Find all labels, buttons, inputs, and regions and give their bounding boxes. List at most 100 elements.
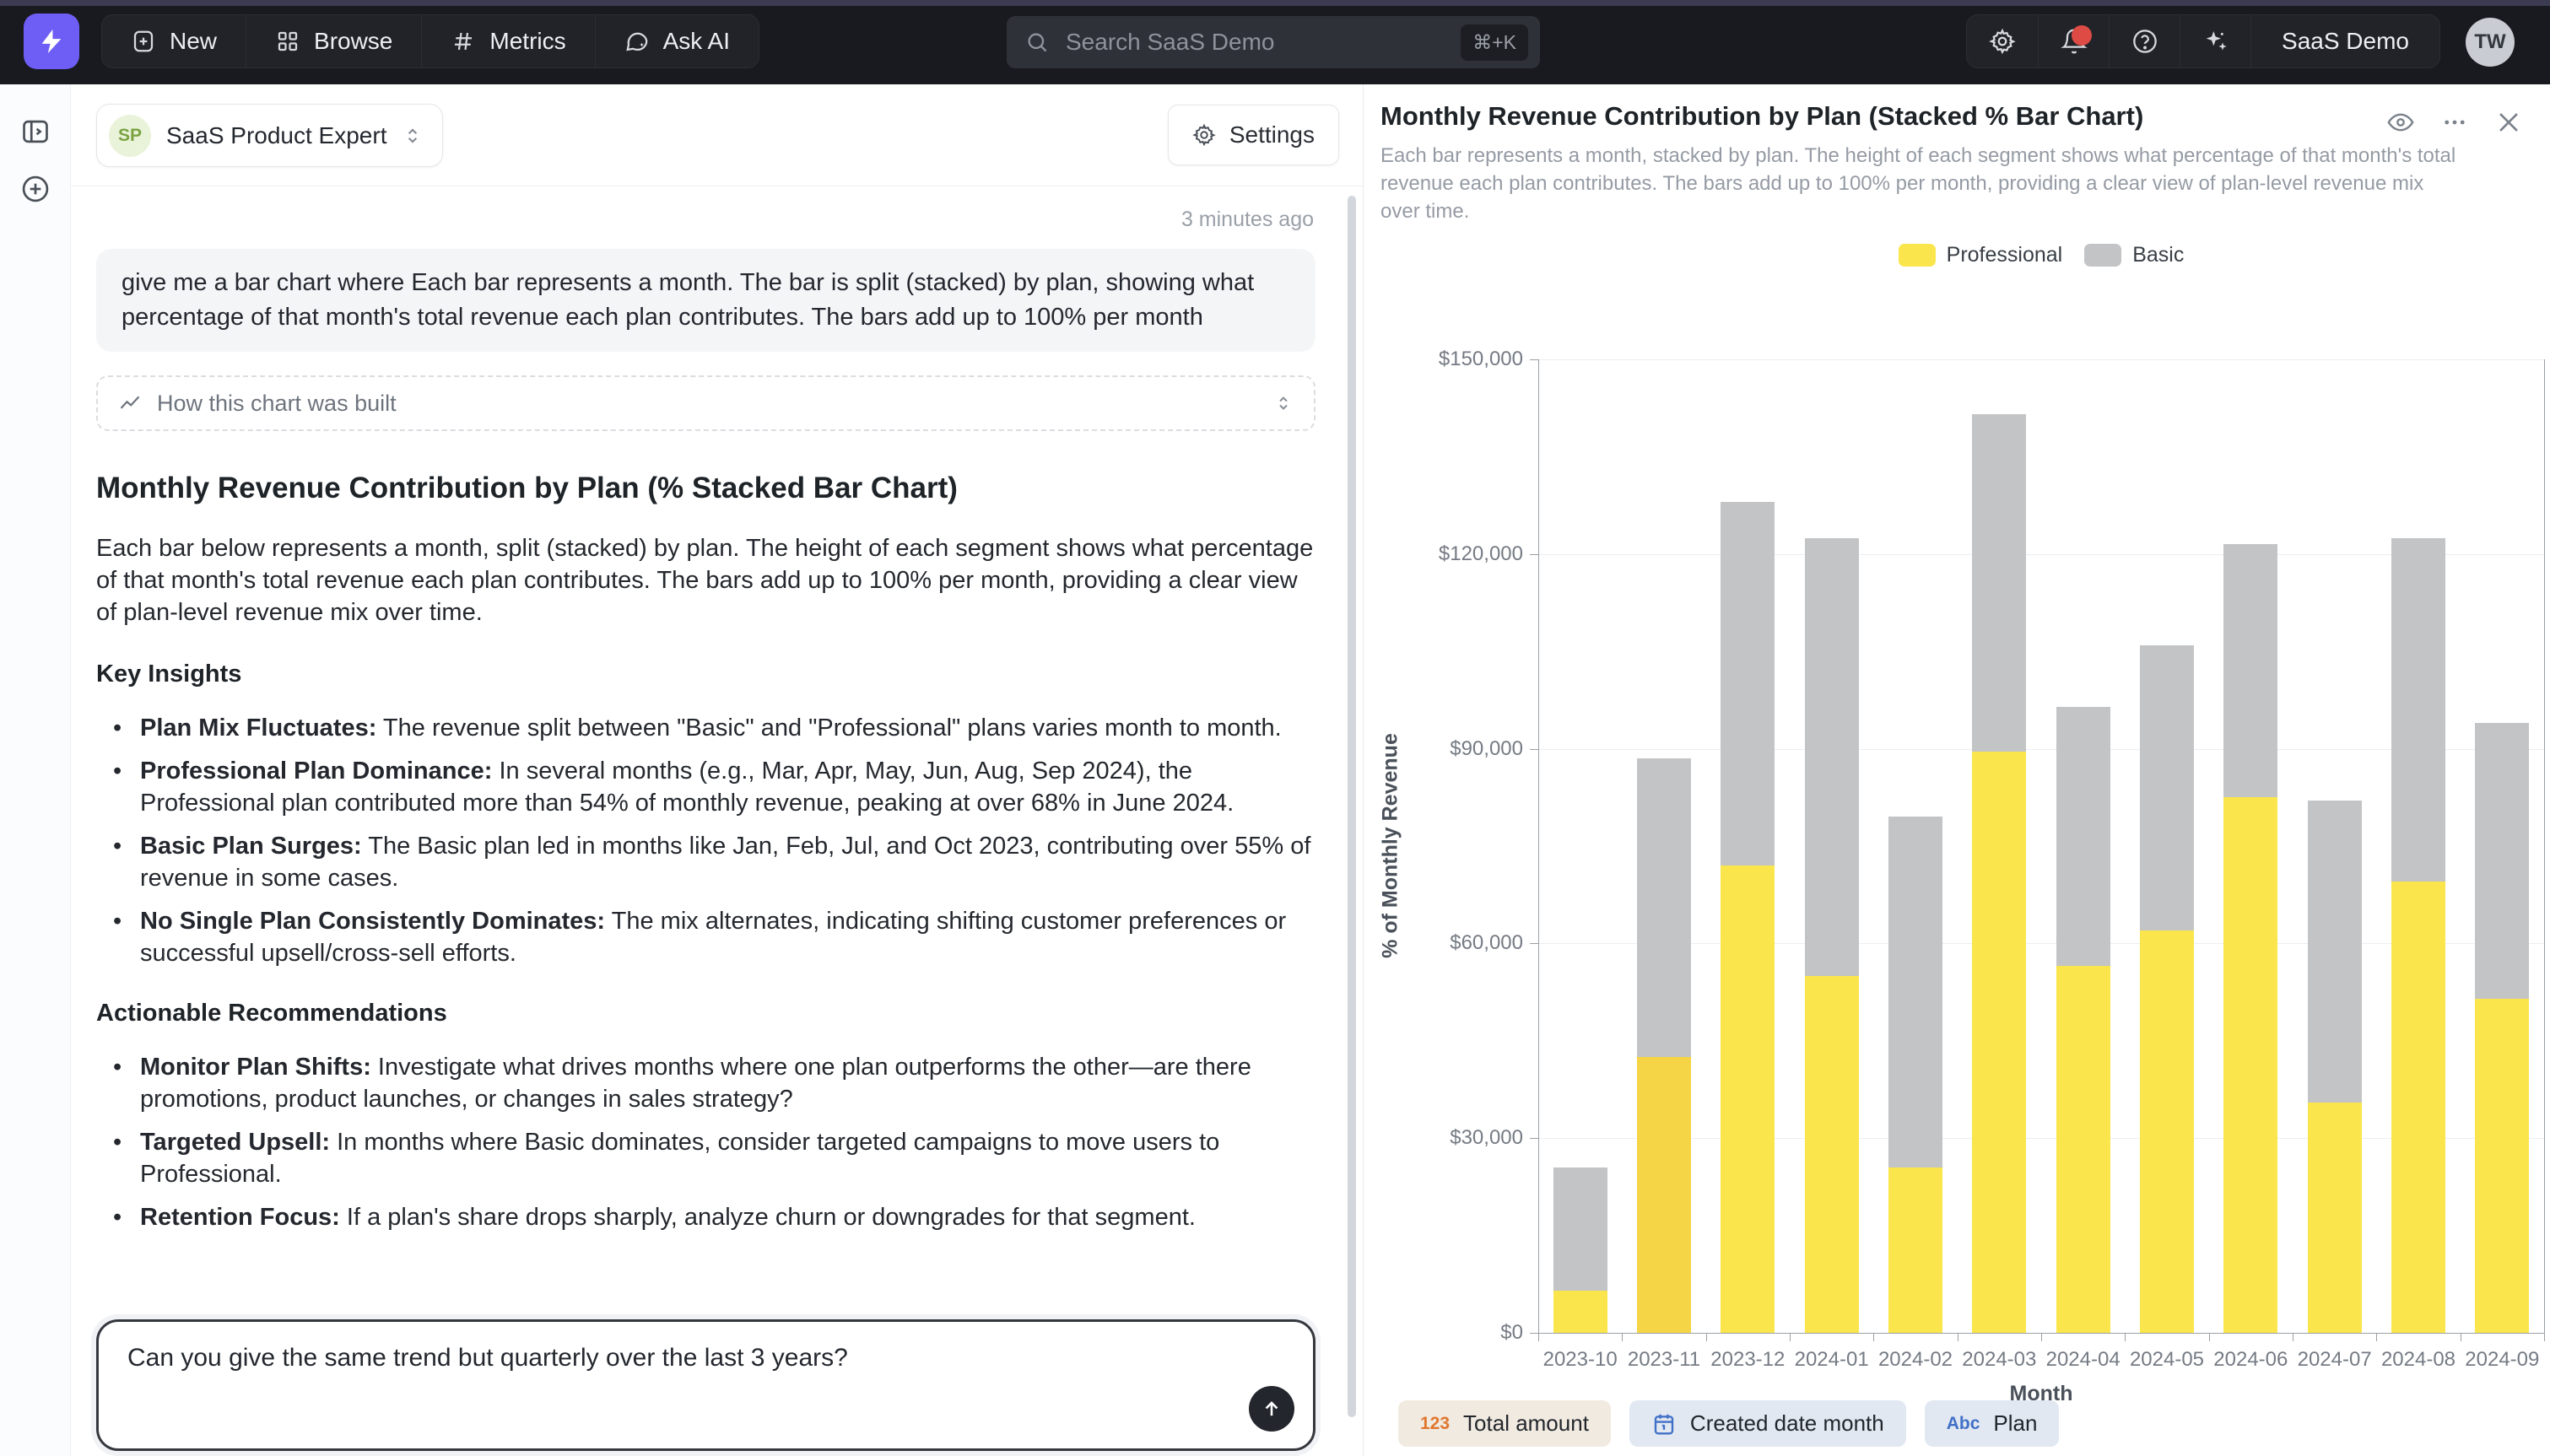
y-tick-label: $30,000 bbox=[1405, 1126, 1523, 1150]
bar-segment-professional-2024-05[interactable] bbox=[2140, 930, 2194, 1333]
notification-badge bbox=[2072, 25, 2092, 46]
message-timestamp: 3 minutes ago bbox=[96, 208, 1314, 232]
chat-thread: 3 minutes ago give me a bar chart where … bbox=[96, 202, 1316, 1254]
browse-label: Browse bbox=[314, 28, 392, 55]
list-item: Targeted Upsell: In months where Basic d… bbox=[140, 1126, 1316, 1190]
metrics-label: Metrics bbox=[489, 28, 565, 55]
notifications-button[interactable] bbox=[2038, 15, 2109, 67]
settings-nav-button[interactable] bbox=[1967, 15, 2038, 67]
chat-scrollbar[interactable] bbox=[1348, 196, 1356, 1417]
y-tick-label: $60,000 bbox=[1405, 931, 1523, 955]
bar-segment-professional-2024-07[interactable] bbox=[2308, 1103, 2362, 1333]
bar-segment-basic-2024-09[interactable] bbox=[2475, 723, 2529, 999]
selector-chevrons-icon bbox=[1273, 393, 1294, 413]
list-item: Retention Focus: If a plan's share drops… bbox=[140, 1201, 1316, 1233]
bar-segment-professional-2023-12[interactable] bbox=[1721, 866, 1775, 1333]
y-tick-label: $90,000 bbox=[1405, 737, 1523, 761]
bar-segment-professional-2023-11[interactable] bbox=[1637, 1057, 1691, 1333]
bar-segment-professional-2023-10[interactable] bbox=[1553, 1291, 1607, 1333]
bar-segment-professional-2024-04[interactable] bbox=[2056, 966, 2110, 1333]
workspace-button[interactable]: SaaS Demo bbox=[2250, 15, 2439, 67]
browse-button[interactable]: Browse bbox=[246, 15, 421, 67]
stacked-bar-chart[interactable]: $0 $30,000 $60,000 $90,000 $120,000 $150,000 2… bbox=[1364, 84, 2549, 1456]
y-tick-label: $120,000 bbox=[1405, 542, 1523, 566]
field-label: Total amount bbox=[1463, 1410, 1589, 1437]
field-pill-total-amount[interactable]: 123 Total amount bbox=[1398, 1400, 1611, 1447]
plus-square-icon bbox=[131, 29, 156, 54]
bar-segment-basic-2024-07[interactable] bbox=[2308, 801, 2362, 1103]
bar-segment-professional-2024-01[interactable] bbox=[1805, 976, 1859, 1333]
field-label: Plan bbox=[1993, 1410, 2037, 1437]
agent-selector[interactable]: SP SaaS Product Expert bbox=[96, 104, 443, 167]
gear-icon bbox=[1989, 28, 2016, 55]
bar-segment-basic-2023-12[interactable] bbox=[1721, 502, 1775, 866]
top-navbar: New Browse Metrics Ask AI bbox=[0, 0, 2550, 84]
app-logo[interactable] bbox=[24, 13, 79, 69]
list-item: Basic Plan Surges: The Basic plan led in… bbox=[140, 830, 1316, 894]
chat-header: SP SaaS Product Expert Settings bbox=[71, 84, 1363, 186]
chat-panel: SP SaaS Product Expert Settings 3 minute… bbox=[71, 84, 1364, 1456]
bar-segment-basic-2024-02[interactable] bbox=[1888, 817, 1942, 1167]
bar-segment-basic-2024-03[interactable] bbox=[1972, 414, 2026, 752]
chart-line-icon bbox=[118, 391, 142, 415]
send-button[interactable] bbox=[1249, 1386, 1294, 1432]
ask-ai-button[interactable]: Ask AI bbox=[595, 15, 759, 67]
recommendations-heading: Actionable Recommendations bbox=[96, 1000, 1316, 1027]
gear-icon bbox=[1192, 123, 1216, 147]
user-avatar[interactable]: TW bbox=[2466, 18, 2515, 67]
help-button[interactable] bbox=[2109, 15, 2180, 67]
primary-nav: New Browse Metrics Ask AI bbox=[101, 14, 759, 68]
bar-segment-professional-2024-09[interactable] bbox=[2475, 999, 2529, 1333]
abc-icon: Abc bbox=[1947, 1414, 1980, 1434]
search-shortcut: ⌘+K bbox=[1461, 24, 1528, 61]
field-pill-plan[interactable]: Abc Plan bbox=[1925, 1400, 2060, 1447]
lightning-bolt-icon bbox=[37, 27, 66, 56]
chat-input[interactable]: Can you give the same trend but quarterl… bbox=[96, 1319, 1316, 1451]
bar-segment-basic-2024-08[interactable] bbox=[2391, 538, 2445, 882]
global-search[interactable]: Search SaaS Demo ⌘+K bbox=[1007, 16, 1540, 68]
workspace-name: SaaS Demo bbox=[2282, 28, 2409, 55]
x-tick-label: 2024-09 bbox=[2451, 1348, 2550, 1372]
bar-segment-basic-2024-01[interactable] bbox=[1805, 538, 1859, 976]
left-rail bbox=[0, 84, 71, 1456]
field-label: Created date month bbox=[1690, 1410, 1884, 1437]
field-pill-created-date-month[interactable]: Created date month bbox=[1629, 1400, 1906, 1447]
response-intro: Each bar below represents a month, split… bbox=[96, 532, 1316, 628]
bar-segment-basic-2023-11[interactable] bbox=[1637, 758, 1691, 1057]
metrics-button[interactable]: Metrics bbox=[421, 15, 594, 67]
bar-segment-professional-2024-08[interactable] bbox=[2391, 882, 2445, 1333]
bar-segment-professional-2024-06[interactable] bbox=[2223, 797, 2277, 1333]
nav-actions: SaaS Demo bbox=[1966, 14, 2440, 68]
bar-segment-professional-2024-02[interactable] bbox=[1888, 1167, 1942, 1333]
bar-segment-basic-2023-10[interactable] bbox=[1553, 1167, 1607, 1291]
avatar-initials: TW bbox=[2474, 30, 2505, 54]
how-chart-built-expander[interactable]: How this chart was built bbox=[96, 375, 1316, 431]
insights-list: Plan Mix Fluctuates: The revenue split b… bbox=[96, 712, 1316, 969]
y-tick-label: $0 bbox=[1405, 1321, 1523, 1345]
list-item: Professional Plan Dominance: In several … bbox=[140, 755, 1316, 819]
ai-assistant-button[interactable] bbox=[2180, 15, 2250, 67]
window-top-strip bbox=[0, 0, 2550, 6]
agent-settings-button[interactable]: Settings bbox=[1168, 105, 1339, 165]
toggle-sidebar-button[interactable] bbox=[19, 115, 52, 148]
plus-circle-icon bbox=[19, 173, 51, 205]
new-thread-button[interactable] bbox=[19, 172, 52, 206]
number-123-icon: 123 bbox=[1420, 1414, 1450, 1434]
bar-segment-basic-2024-04[interactable] bbox=[2056, 707, 2110, 967]
hash-icon bbox=[451, 29, 476, 54]
sparkles-icon bbox=[2202, 28, 2229, 55]
y-axis-title: % of Monthly Revenue bbox=[1379, 720, 1403, 973]
y-tick-label: $150,000 bbox=[1405, 348, 1523, 371]
viz-panel: Monthly Revenue Contribution by Plan (St… bbox=[1364, 84, 2550, 1456]
new-button[interactable]: New bbox=[102, 15, 246, 67]
sidebar-expand-icon bbox=[19, 116, 51, 148]
help-icon bbox=[2131, 28, 2158, 55]
bar-segment-basic-2024-05[interactable] bbox=[2140, 645, 2194, 931]
grid-icon bbox=[275, 29, 300, 54]
bar-segment-professional-2024-03[interactable] bbox=[1972, 752, 2026, 1333]
how-built-label: How this chart was built bbox=[157, 391, 397, 417]
agent-name: SaaS Product Expert bbox=[166, 122, 386, 149]
user-message: give me a bar chart where Each bar repre… bbox=[96, 249, 1316, 352]
settings-label: Settings bbox=[1229, 121, 1315, 148]
bar-segment-basic-2024-06[interactable] bbox=[2223, 544, 2277, 797]
